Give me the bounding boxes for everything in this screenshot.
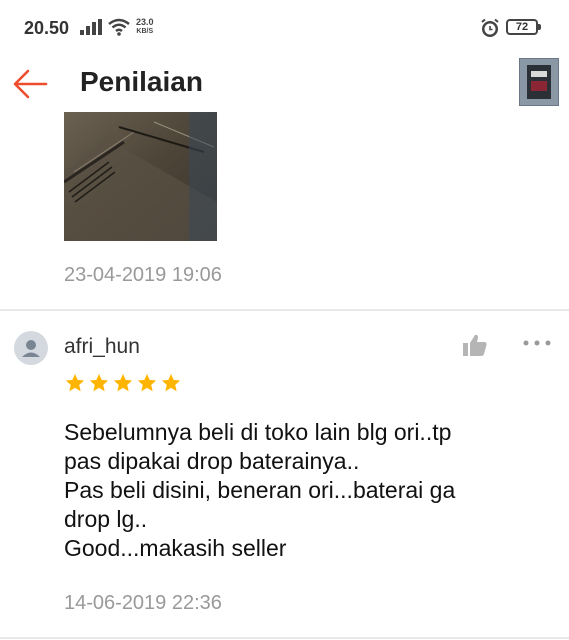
more-horizontal-icon[interactable] <box>522 338 552 348</box>
product-thumbnail[interactable] <box>519 58 559 106</box>
review-text-line: Pas beli disini, beneran ori...baterai g… <box>64 477 456 503</box>
thumbs-up-icon[interactable] <box>462 333 488 357</box>
star-icon <box>113 373 133 392</box>
network-speed: 23.0 KB/S <box>136 18 154 36</box>
divider <box>0 309 569 311</box>
review-photo[interactable] <box>64 112 217 241</box>
star-icon <box>161 373 181 392</box>
user-avatar-icon <box>22 340 40 357</box>
review-text-line: Good...makasih seller <box>64 535 287 561</box>
star-icon <box>137 373 157 392</box>
wifi-icon <box>108 18 130 36</box>
star-icon <box>89 373 109 392</box>
alarm-clock-icon <box>481 18 499 37</box>
battery-indicator: 72 <box>506 19 541 35</box>
star-rating <box>64 372 182 394</box>
divider <box>0 637 569 639</box>
star-icon <box>65 373 85 392</box>
review-username: afri_hun <box>64 335 140 358</box>
review-text-line: pas dipakai drop baterainya.. <box>64 448 360 474</box>
network-speed-unit: KB/S <box>136 28 154 35</box>
review-date: 14-06-2019 22:36 <box>64 592 222 614</box>
avatar[interactable] <box>14 331 48 365</box>
signal-icon <box>80 19 102 35</box>
back-arrow-icon[interactable] <box>10 66 50 102</box>
status-time: 20.50 <box>24 18 70 38</box>
app-header: Penilaian <box>0 56 569 112</box>
status-bar: 20.50 23.0 KB/S 72 <box>0 0 569 56</box>
review-date: 23-04-2019 19:06 <box>64 264 222 286</box>
network-speed-value: 23.0 <box>136 17 154 27</box>
review-text: Sebelumnya beli di toko lain blg ori..tp… <box>64 418 544 563</box>
page-title: Penilaian <box>80 66 203 97</box>
review-text-line: drop lg.. <box>64 506 148 532</box>
review-photo-image <box>64 112 217 241</box>
review-text-line: Sebelumnya beli di toko lain blg ori..tp <box>64 419 452 445</box>
